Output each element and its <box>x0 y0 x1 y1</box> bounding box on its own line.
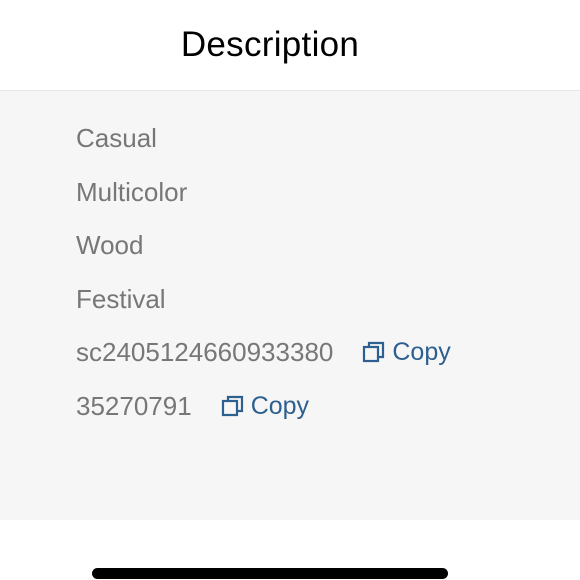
detail-row-id: 35270791 Copy <box>76 389 309 423</box>
detail-row-style: Casual <box>76 121 157 155</box>
detail-row-color: Multicolor <box>76 175 187 209</box>
copy-label: Copy <box>250 391 310 420</box>
page-title: Description <box>180 25 360 64</box>
detail-value: Casual <box>76 122 157 153</box>
sku-value: sc2405124660933380 <box>76 336 334 367</box>
detail-value: Festival <box>76 283 166 314</box>
detail-value: Wood <box>76 229 144 260</box>
description-panel: Casual Multicolor Wood Festival sc240512… <box>0 91 580 520</box>
header-bar: Description <box>0 0 580 91</box>
detail-row-material: Wood <box>76 228 143 262</box>
detail-row-occasion: Festival <box>76 282 166 316</box>
copy-id-button[interactable]: Copy <box>221 392 309 421</box>
copy-icon <box>363 341 385 363</box>
home-indicator[interactable] <box>92 568 448 579</box>
id-value: 35270791 <box>76 390 192 421</box>
copy-label: Copy <box>392 337 451 366</box>
detail-value: Multicolor <box>76 176 188 207</box>
copy-icon <box>221 395 243 417</box>
copy-sku-button[interactable]: Copy <box>362 337 451 367</box>
detail-row-sku: sc2405124660933380 Copy <box>76 335 451 369</box>
